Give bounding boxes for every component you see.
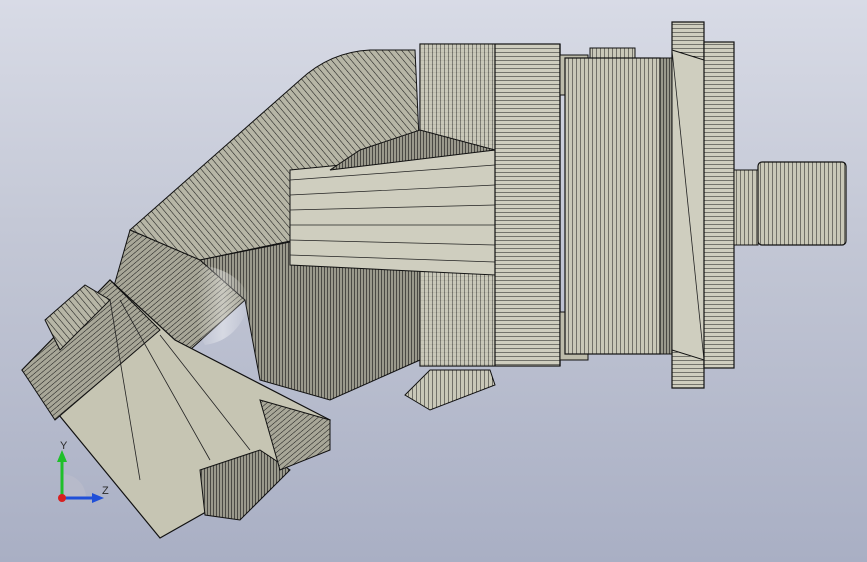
drive-shaft xyxy=(733,161,847,246)
ribbed-neck xyxy=(564,57,661,355)
triad-z-label: Z xyxy=(102,485,109,497)
triad-axes-icon xyxy=(57,450,104,503)
triad-y-label: Y xyxy=(60,440,68,452)
graphics-viewport[interactable]: Y Z xyxy=(0,0,867,562)
pump-3d-model[interactable] xyxy=(0,0,867,562)
mounting-flange xyxy=(659,21,735,389)
coordinate-triad: Y Z xyxy=(48,440,118,510)
side-fitting xyxy=(404,369,496,411)
